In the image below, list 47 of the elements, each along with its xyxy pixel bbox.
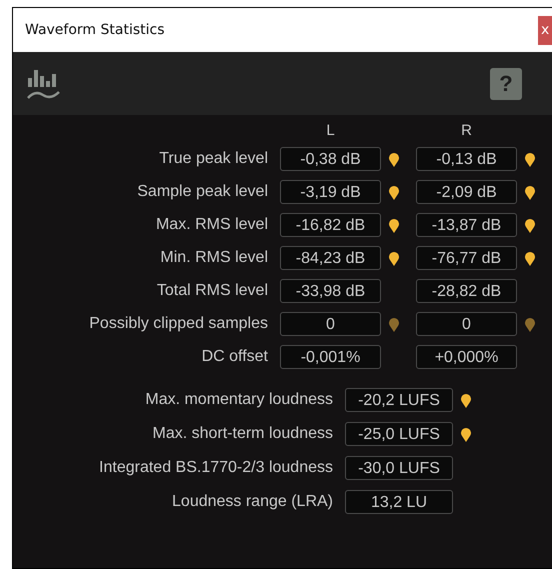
waveform-statistics-icon: [27, 68, 61, 100]
stat-value: +0,000%: [416, 345, 517, 369]
marker-pin-icon[interactable]: [461, 426, 471, 442]
marker-pin-icon[interactable]: [461, 392, 471, 408]
stat-label: DC offset: [200, 348, 268, 366]
marker-pin-icon[interactable]: [389, 152, 399, 166]
channel-header: L: [325, 124, 336, 138]
help-button[interactable]: ?: [490, 68, 522, 100]
stat-value: 0: [416, 312, 517, 336]
window-title: Waveform Statistics: [25, 22, 165, 38]
marker-pin-icon[interactable]: [525, 316, 535, 332]
marker-pin-icon[interactable]: [525, 152, 535, 166]
stat-value: -28,82 dB: [416, 279, 517, 303]
stat-value: -0,001%: [280, 345, 381, 369]
stat-value: -0,38 dB: [280, 147, 381, 171]
loudness-value: -20,2 LUFS: [345, 388, 453, 412]
stat-value: -13,87 dB: [416, 213, 517, 237]
stat-value: -0,13 dB: [416, 147, 517, 171]
marker-pin-icon[interactable]: [525, 184, 535, 200]
marker-pin-icon[interactable]: [389, 250, 399, 266]
stat-value: -84,23 dB: [280, 246, 381, 270]
stat-label: Possibly clipped samples: [88, 315, 268, 333]
loudness-label: Integrated BS.1770-2/3 loudness: [98, 459, 333, 477]
stat-value: 0: [280, 312, 381, 336]
stat-value: -3,19 dB: [280, 180, 381, 204]
stat-value: -16,82 dB: [280, 213, 381, 237]
marker-pin-icon[interactable]: [389, 218, 399, 232]
stat-label: Sample peak level: [136, 183, 268, 201]
stat-label: Total RMS level: [156, 282, 268, 300]
marker-pin-icon[interactable]: [525, 218, 535, 232]
loudness-value: -25,0 LUFS: [345, 422, 453, 446]
marker-pin-icon[interactable]: [525, 250, 535, 266]
loudness-value: -30,0 LUFS: [345, 456, 453, 480]
marker-pin-icon[interactable]: [389, 316, 399, 332]
stat-value: -2,09 dB: [416, 180, 517, 204]
loudness-label: Max. short-term loudness: [151, 425, 333, 443]
channel-header: R: [460, 124, 473, 138]
loudness-value: 13,2 LU: [345, 490, 453, 514]
loudness-label: Max. momentary loudness: [144, 391, 333, 409]
stat-value: -76,77 dB: [416, 246, 517, 270]
stat-label: Max. RMS level: [154, 216, 268, 234]
stat-value: -33,98 dB: [280, 279, 381, 303]
stat-label: Min. RMS level: [159, 249, 268, 267]
close-button[interactable]: x: [538, 16, 552, 44]
marker-pin-icon[interactable]: [389, 184, 399, 200]
loudness-label: Loudness range (LRA): [171, 493, 333, 511]
stat-label: True peak level: [158, 150, 268, 168]
